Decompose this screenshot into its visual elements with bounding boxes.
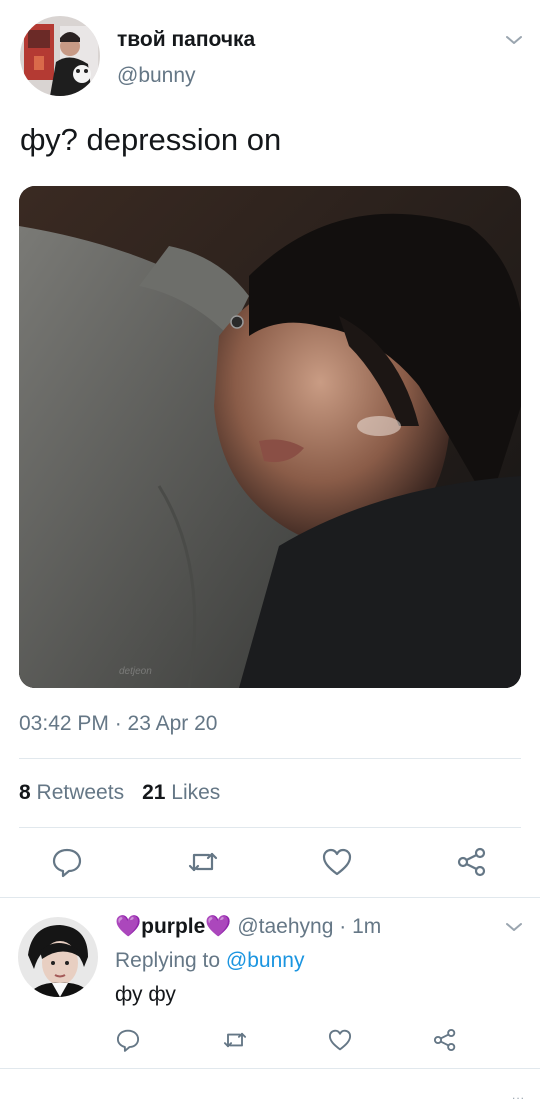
reply-text: фу фу (115, 983, 176, 1006)
likes-count: 21 (142, 781, 166, 804)
tweet-timestamp: 03:42 PM · 23 Apr 20 (19, 712, 218, 735)
retweet-icon[interactable] (185, 844, 221, 880)
reply-author-avatar[interactable] (18, 917, 98, 997)
main-tweet: твой папочка @bunny фу? depression on de… (0, 0, 540, 898)
tweet-text: фу? depression on (20, 122, 282, 157)
tweet-separator (0, 897, 540, 898)
reply-icon[interactable] (49, 844, 85, 880)
author-handle[interactable]: @bunny (117, 64, 196, 88)
reply-action-bar (0, 1023, 540, 1057)
likes-stat[interactable]: 21 Likes (142, 781, 220, 804)
replying-to-prefix: Replying to (115, 949, 226, 972)
reply-display-name[interactable]: purple (141, 915, 205, 938)
author-avatar[interactable] (20, 16, 100, 96)
purple-heart-emoji: 💜 (115, 915, 142, 938)
retweets-count: 8 (19, 781, 31, 804)
divider (19, 827, 521, 828)
replying-to-mention[interactable]: @bunny (226, 949, 305, 972)
retweets-label: Retweets (36, 781, 125, 804)
like-icon[interactable] (326, 1026, 354, 1054)
reply-header: 💜purple💜 @taehyng · 1m (115, 915, 381, 939)
likes-label: Likes (171, 781, 221, 804)
tweet-action-bar (0, 840, 540, 886)
divider (19, 758, 521, 759)
share-icon[interactable] (431, 1026, 459, 1054)
share-icon[interactable] (454, 844, 490, 880)
retweets-stat[interactable]: 8 Retweets (19, 781, 124, 804)
photo-watermark: detjeon (119, 666, 152, 677)
like-icon[interactable] (319, 844, 355, 880)
tweet-stats: 8 Retweets 21 Likes (19, 781, 220, 805)
replying-to: Replying to @bunny (115, 949, 304, 973)
reply-handle[interactable]: @taehyng (237, 915, 333, 938)
chevron-down-icon[interactable] (502, 28, 526, 52)
purple-heart-emoji: 💜 (205, 915, 232, 938)
chevron-down-icon[interactable] (502, 915, 526, 939)
author-display-name[interactable]: твой папочка (117, 28, 255, 52)
reply-separator-line (0, 1068, 540, 1069)
reply-time: 1m (352, 915, 382, 938)
reply-separator: · (333, 915, 353, 938)
retweet-icon[interactable] (221, 1026, 249, 1054)
reply-icon[interactable] (114, 1026, 142, 1054)
tweet-photo[interactable]: detjeon (19, 186, 521, 688)
more-indicator: ... (512, 1088, 526, 1102)
reply-tweet[interactable]: 💜purple💜 @taehyng · 1m Replying to @bunn… (0, 899, 540, 1069)
